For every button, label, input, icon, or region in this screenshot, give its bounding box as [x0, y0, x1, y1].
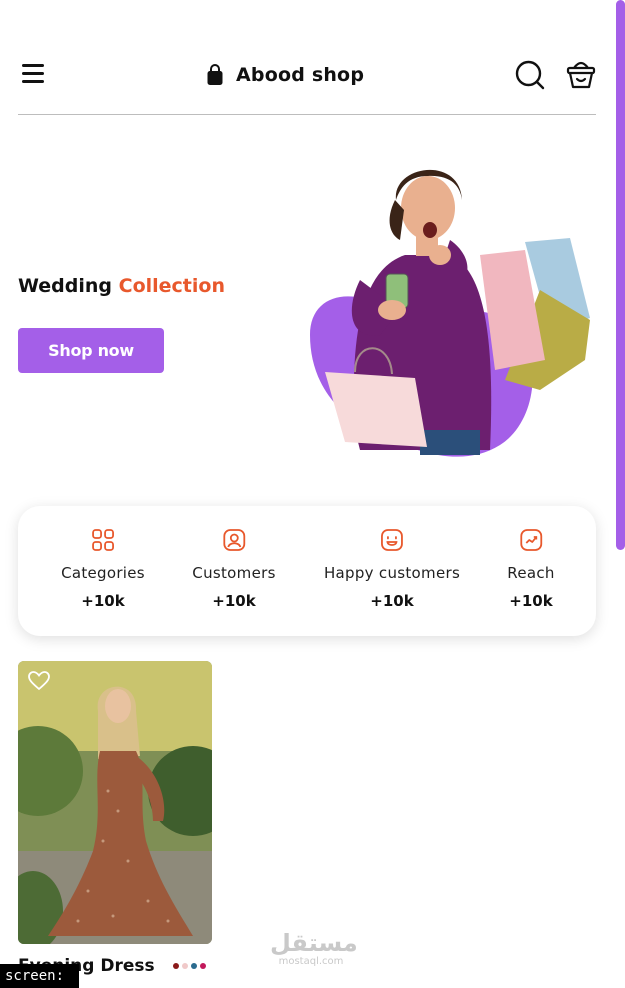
stat-label: Happy customers: [323, 564, 461, 582]
color-swatch[interactable]: [200, 963, 206, 969]
stat-label: Customers: [192, 564, 276, 582]
stat-customers[interactable]: Customers +10k: [192, 528, 275, 610]
stat-value: +10k: [370, 592, 414, 610]
stats-card: Categories +10k Customers +10k Happy cus…: [18, 506, 596, 636]
product-image[interactable]: [18, 661, 212, 944]
header: Abood shop: [18, 0, 596, 115]
heart-icon[interactable]: [28, 671, 50, 691]
watermark: مستقل mostaql.com: [270, 929, 358, 968]
basket-icon[interactable]: [566, 58, 596, 90]
stat-label: Reach: [507, 564, 555, 582]
hero-title: Wedding Collection: [18, 275, 225, 297]
hero-title-accent: Collection: [118, 275, 225, 297]
color-swatch[interactable]: [173, 963, 179, 969]
evening-dress-photo: [18, 661, 212, 944]
shop-now-button[interactable]: Shop now: [18, 328, 164, 373]
brand[interactable]: Abood shop: [206, 60, 364, 90]
color-swatch[interactable]: [182, 963, 188, 969]
happy-face-icon: [381, 529, 403, 551]
color-swatches: [173, 963, 206, 969]
watermark-arabic: مستقل: [270, 929, 358, 957]
scrollbar[interactable]: [616, 0, 625, 550]
color-swatch[interactable]: [191, 963, 197, 969]
hero-shopping-woman-image: [310, 169, 590, 457]
customer-user-icon: [223, 529, 245, 551]
watermark-latin: mostaql.com: [278, 956, 344, 967]
stat-happy-customers[interactable]: Happy customers +10k: [324, 528, 460, 610]
categories-grid-icon: [92, 529, 114, 551]
menu-icon[interactable]: [22, 64, 44, 84]
shopping-bag-icon: [207, 64, 223, 85]
stat-categories[interactable]: Categories +10k: [61, 528, 145, 610]
stat-value: +10k: [81, 592, 125, 610]
stat-value: +10k: [212, 592, 256, 610]
stat-value: +10k: [509, 592, 553, 610]
stat-label: Categories: [61, 564, 145, 582]
brand-name: Abood shop: [236, 64, 365, 86]
reach-trend-icon: [520, 529, 542, 551]
stat-reach[interactable]: Reach +10k: [507, 528, 554, 610]
search-icon[interactable]: [515, 60, 545, 90]
screen-label: screen: _: [0, 964, 79, 988]
hero-title-main: Wedding: [18, 275, 113, 297]
